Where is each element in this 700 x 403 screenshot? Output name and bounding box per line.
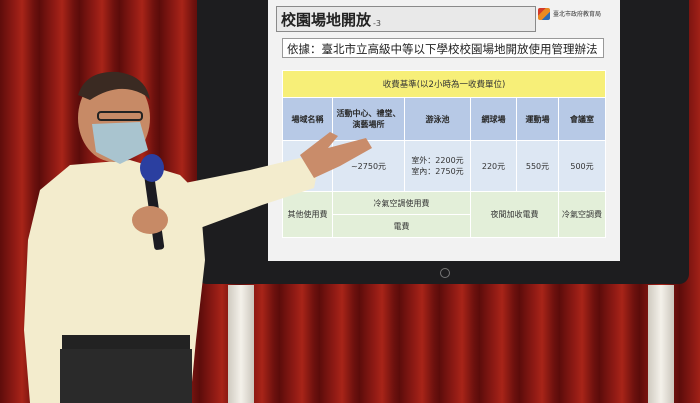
electric-fee: 電費 xyxy=(332,214,471,238)
legal-basis-text: 依據：臺北市立高級中等以下學校校園場地開放使用管理辦法 xyxy=(282,38,604,58)
night-electric-fee: 夜間加收電費 xyxy=(470,191,559,238)
presentation-slide: 校園場地開放 -3 臺北市政府教育局 依據：臺北市立高級中等以下學校校園場地開放… xyxy=(268,0,620,261)
fee-table-caption: 收費基準(以2小時為一收費單位) xyxy=(281,70,607,98)
row-label-fee: 場域收費 xyxy=(282,140,333,192)
fee-activity-center: ~2750元 xyxy=(332,140,405,192)
fee-tennis: 220元 xyxy=(470,140,517,192)
header-activity-center: 活動中心、禮堂、演藝場所 xyxy=(332,97,405,141)
header-venue: 場域名稱 xyxy=(282,97,333,141)
monitor-camera-icon xyxy=(440,268,450,278)
fee-pool: 室外：2200元 室內：2750元 xyxy=(404,140,471,192)
ac-usage-fee: 冷氣空調使用費 xyxy=(332,191,471,215)
header-pool: 游泳池 xyxy=(404,97,471,141)
education-bureau-logo: 臺北市政府教育局 xyxy=(538,8,601,20)
monitor-stand-leg-right xyxy=(648,285,674,403)
slide-title-suffix: -3 xyxy=(373,19,381,28)
header-tennis: 網球場 xyxy=(470,97,517,141)
fee-table: 收費基準(以2小時為一收費單位) 場域名稱 活動中心、禮堂、演藝場所 游泳池 網… xyxy=(281,70,607,238)
monitor-stand-leg-left xyxy=(228,285,254,403)
bureau-logo-text: 臺北市政府教育局 xyxy=(553,10,602,18)
fee-meeting-room: 500元 xyxy=(557,140,607,192)
ac-fee: 冷氣空調費 xyxy=(557,191,607,238)
header-field: 運動場 xyxy=(516,97,559,141)
header-meeting-room: 會議室 xyxy=(557,97,607,141)
fee-field: 550元 xyxy=(516,140,559,192)
other-fees-label: 其他使用費 xyxy=(282,191,333,238)
bureau-logo-icon xyxy=(538,8,550,20)
slide-title: 校園場地開放 xyxy=(281,11,372,29)
slide-title-bar: 校園場地開放 -3 xyxy=(276,6,536,32)
